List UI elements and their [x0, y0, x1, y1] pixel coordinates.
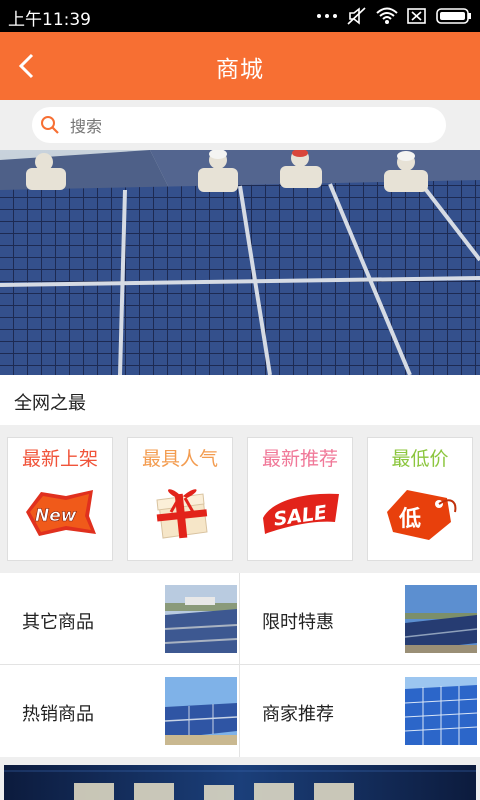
category-hot-sales[interactable]: 热销商品	[0, 665, 239, 756]
grid-divider	[0, 664, 480, 665]
solar-field-thumbnail	[165, 585, 237, 653]
section-header: 全网之最	[0, 375, 480, 425]
solar-field-thumbnail	[405, 677, 477, 745]
sale-tag-icon: SALE	[263, 493, 339, 534]
card-newest[interactable]: 最新上架 New	[7, 437, 113, 561]
mute-icon	[347, 7, 366, 25]
card-popular[interactable]: 最具人气	[127, 437, 233, 561]
card-recommended[interactable]: 最新推荐 SALE	[247, 437, 353, 561]
category-label: 限时特惠	[262, 612, 334, 633]
promo-banner[interactable]	[0, 150, 480, 375]
section-title: 全网之最	[14, 393, 86, 414]
bottom-banner[interactable]	[0, 757, 480, 800]
banner-graphic	[4, 770, 476, 800]
svg-text:低: 低	[398, 507, 421, 532]
category-limited-offer[interactable]: 限时特惠	[240, 573, 479, 664]
dots-icon	[317, 14, 337, 18]
card-label: 最低价	[391, 448, 449, 470]
feature-cards: 最新上架 New 最具人气 最新推荐 SALE 最低价 低	[0, 425, 480, 573]
card-lowest-price[interactable]: 最低价 低	[367, 437, 473, 561]
solar-panel-banner-image	[0, 150, 480, 375]
status-bar: 上午11:39	[0, 0, 480, 32]
grid-divider	[239, 573, 240, 757]
svg-text:New: New	[35, 506, 77, 526]
page-title: 商城	[216, 57, 264, 83]
category-merchant-picks[interactable]: 商家推荐	[240, 665, 479, 756]
category-label: 热销商品	[22, 704, 94, 725]
gift-box-icon	[156, 489, 208, 539]
solar-field-thumbnail	[165, 677, 237, 745]
search-box[interactable]	[32, 107, 446, 143]
app-header: 商城	[0, 32, 480, 100]
search-input[interactable]	[68, 111, 432, 141]
search-icon	[41, 116, 59, 134]
card-label: 最具人气	[141, 448, 218, 470]
category-label: 其它商品	[22, 612, 94, 633]
search-bar	[0, 100, 480, 150]
category-grid: 其它商品 限时特惠 热销商品 商家推荐	[0, 573, 480, 757]
status-time: 上午11:39	[8, 10, 91, 30]
status-icons	[316, 6, 472, 26]
category-other-goods[interactable]: 其它商品	[0, 573, 239, 664]
new-badge-icon: New	[26, 490, 96, 536]
solar-field-thumbnail	[405, 585, 477, 653]
card-label: 最新推荐	[261, 448, 338, 470]
card-label: 最新上架	[21, 448, 98, 470]
category-label: 商家推荐	[262, 704, 334, 725]
no-sim-icon	[407, 8, 426, 24]
battery-icon	[436, 8, 471, 24]
low-price-tag-icon: 低	[387, 490, 457, 540]
wifi-icon	[376, 7, 398, 24]
bottom-banner-image	[4, 765, 476, 800]
